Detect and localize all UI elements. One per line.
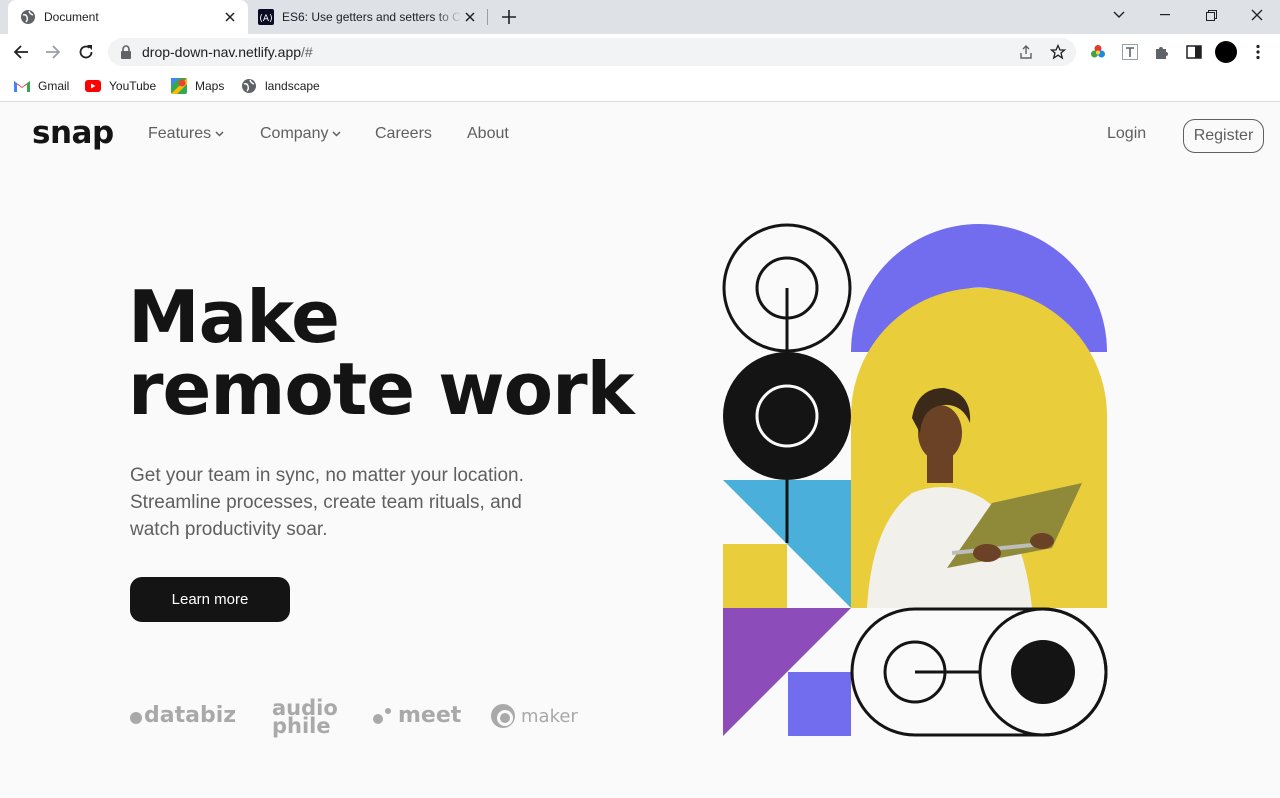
colorpick-extension-icon[interactable]	[1088, 42, 1108, 62]
extensions-puzzle-icon[interactable]	[1152, 42, 1172, 62]
url-host: drop-down-nav.netlify.app	[142, 44, 302, 60]
arrow-left-icon	[13, 45, 28, 59]
reload-button[interactable]	[73, 39, 99, 65]
bookmark-star-icon[interactable]	[1050, 44, 1066, 60]
learn-more-button[interactable]: Learn more	[130, 577, 290, 622]
yellow-square	[723, 544, 787, 608]
forward-button[interactable]	[40, 39, 66, 65]
hero-title-line-2: remote work	[128, 347, 635, 431]
tab-strip: Document (A) ES6: Use getters and setter…	[0, 0, 1280, 34]
bookmark-label: Maps	[195, 79, 225, 93]
chevron-down-icon	[332, 131, 342, 137]
globe-icon	[21, 10, 35, 24]
bookmark-gmail[interactable]: Gmail	[14, 76, 69, 96]
new-tab-button[interactable]	[498, 6, 520, 28]
minimize-icon	[1160, 14, 1170, 16]
address-bar[interactable]: drop-down-nav.netlify.app/#	[108, 38, 1076, 66]
nav-features[interactable]: Features	[148, 125, 224, 143]
tab-document[interactable]: Document	[8, 0, 248, 34]
databiz-dot-icon	[130, 711, 142, 724]
restore-icon	[1205, 9, 1217, 21]
client-name: meet	[398, 703, 462, 728]
bookmark-label: YouTube	[109, 79, 157, 93]
login-link[interactable]: Login	[1107, 125, 1146, 143]
globe-icon	[242, 79, 256, 93]
nav-company-label: Company	[260, 125, 329, 142]
arrow-right-icon	[46, 45, 61, 59]
back-button[interactable]	[8, 39, 34, 65]
url-path: /#	[301, 44, 313, 60]
nav-features-label: Features	[148, 125, 212, 142]
lock-icon	[121, 45, 131, 59]
maps-icon	[171, 78, 187, 94]
youtube-icon	[85, 80, 101, 92]
maker-logo-icon	[491, 704, 515, 728]
plus-icon	[502, 10, 516, 24]
bookmarks-bar: Gmail YouTube Maps landscape	[0, 70, 1280, 102]
bookmark-youtube[interactable]: YouTube	[85, 76, 156, 96]
client-logo-audiophile: audiophile	[272, 696, 338, 738]
register-button[interactable]: Register	[1183, 119, 1264, 153]
tab-es6[interactable]: (A) ES6: Use getters and setters to Cont…	[250, 0, 488, 34]
freecodecamp-icon: (A)	[258, 9, 274, 25]
bookmark-landscape[interactable]: landscape	[241, 76, 320, 96]
profile-avatar[interactable]	[1214, 40, 1238, 64]
client-name: maker	[521, 705, 578, 727]
black-circle	[723, 352, 851, 480]
nav-company[interactable]: Company	[260, 125, 342, 143]
minimize-button[interactable]	[1142, 0, 1188, 30]
client-logo-maker: maker	[490, 703, 578, 729]
client-name: databiz	[144, 703, 237, 728]
tab-title: ES6: Use getters and setters to Control …	[282, 10, 462, 24]
filled-circle-right	[1011, 640, 1075, 704]
share-icon[interactable]	[1018, 44, 1034, 60]
close-window-button[interactable]	[1234, 0, 1280, 30]
restore-button[interactable]	[1188, 0, 1234, 30]
gmail-icon	[14, 81, 30, 92]
hero-illustration	[722, 223, 1108, 737]
svg-text:(A): (A)	[259, 14, 272, 24]
reload-icon	[79, 45, 93, 59]
browser-toolbar: drop-down-nav.netlify.app/#	[0, 34, 1280, 70]
hero-description: Get your team in sync, no matter your lo…	[130, 465, 524, 540]
purple-square	[788, 672, 851, 736]
hero-title: Make remote work	[128, 275, 635, 431]
bookmark-label: Gmail	[38, 79, 70, 93]
close-tab-icon[interactable]	[222, 9, 238, 25]
close-icon	[1251, 9, 1263, 21]
close-tab-icon[interactable]	[462, 9, 478, 25]
bookmark-maps[interactable]: Maps	[171, 76, 224, 96]
client-logo-meet: meet	[372, 703, 461, 728]
chevron-down-icon	[215, 131, 224, 137]
text-extension-icon[interactable]	[1120, 42, 1140, 62]
meet-dots-icon	[373, 707, 391, 724]
snap-logo[interactable]: snap	[32, 115, 114, 151]
nav-about[interactable]: About	[467, 125, 509, 143]
client-logo-databiz: databiz	[130, 703, 236, 728]
side-panel-icon[interactable]	[1184, 42, 1204, 62]
tab-separator	[487, 9, 488, 25]
tab-search-button[interactable]	[1096, 0, 1142, 30]
url-text: drop-down-nav.netlify.app/#	[142, 44, 313, 60]
page-content: snap Features Company Careers About Logi…	[0, 103, 1280, 798]
kebab-menu-icon[interactable]	[1248, 42, 1268, 62]
nav-careers[interactable]: Careers	[375, 125, 432, 143]
person-photo	[851, 288, 1107, 608]
hero-title-line-1: Make	[128, 275, 340, 359]
bookmark-label: landscape	[265, 79, 320, 93]
chevron-down-icon	[1113, 11, 1125, 18]
tab-title: Document	[44, 10, 99, 24]
